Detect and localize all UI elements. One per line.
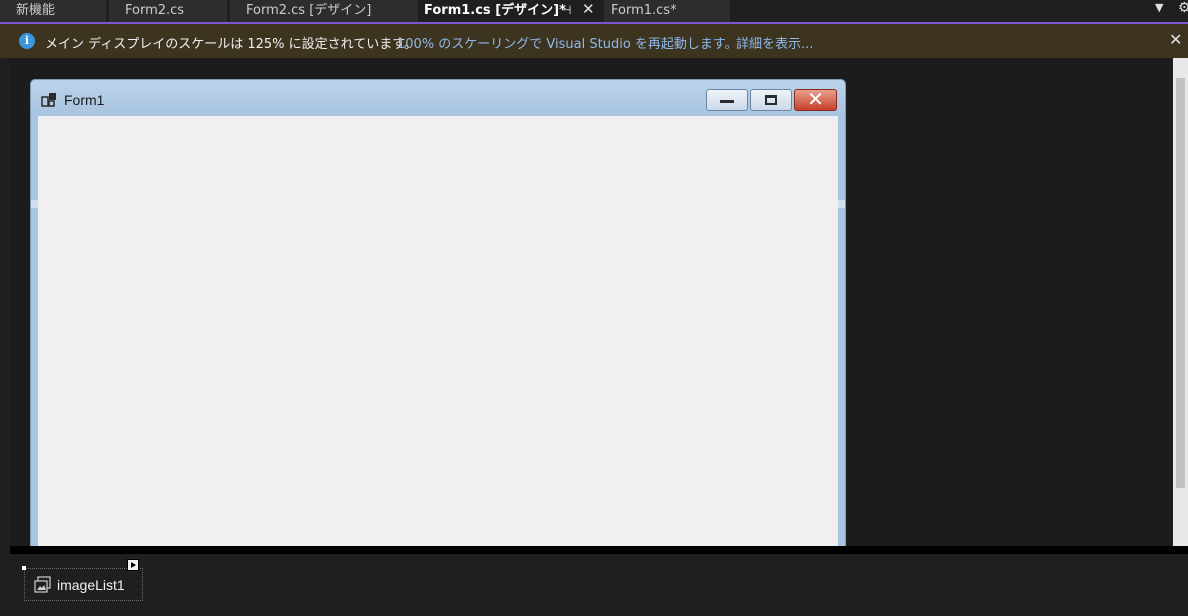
imagelist-component[interactable]: imageList1: [24, 568, 143, 601]
tab-form1-design[interactable]: Form1.cs [デザイン]* ⊣ ✕: [421, 0, 604, 22]
tab-label: Form2.cs [デザイン]: [246, 3, 372, 18]
maximize-button[interactable]: [750, 89, 792, 111]
close-icon: ✕: [807, 87, 824, 111]
info-message: メイン ディスプレイのスケールは 125% に設定されています。: [45, 37, 417, 52]
restart-scaling-link[interactable]: 100% のスケーリングで Visual Studio を再起動します。: [397, 33, 738, 52]
gear-icon[interactable]: ⚙: [1178, 0, 1188, 16]
info-bar: i メイン ディスプレイのスケールは 125% に設定されています。 100% …: [0, 24, 1188, 58]
maximize-icon: [765, 95, 777, 105]
minimize-button[interactable]: [706, 89, 748, 111]
resize-grip-left[interactable]: [31, 200, 38, 208]
smart-tag-arrow-icon: [131, 562, 136, 568]
visual-studio-window: 新機能 Form2.cs Form2.cs [デザイン] Form1.cs [デ…: [0, 0, 1188, 616]
tab-label: Form2.cs: [125, 3, 185, 18]
resize-grip-right[interactable]: [838, 200, 845, 208]
tab-label: Form1.cs [デザイン]*: [424, 3, 566, 18]
form-client-area[interactable]: [38, 116, 838, 550]
close-button[interactable]: ✕: [794, 87, 837, 111]
info-icon: i: [19, 33, 35, 49]
tab-form2-code[interactable]: Form2.cs: [109, 0, 227, 22]
component-label: imageList1: [57, 577, 125, 593]
scrollbar-thumb[interactable]: [1176, 78, 1185, 488]
document-tab-strip: 新機能 Form2.cs Form2.cs [デザイン] Form1.cs [デ…: [0, 0, 1188, 22]
close-icon[interactable]: ✕: [582, 0, 595, 20]
pin-icon[interactable]: ⊣: [561, 0, 571, 21]
designer-form[interactable]: Form1 ✕: [30, 79, 846, 550]
tab-form2-design[interactable]: Form2.cs [デザイン]: [230, 0, 418, 22]
component-tray[interactable]: [10, 554, 1188, 616]
form-title-bar[interactable]: Form1 ✕: [31, 80, 845, 116]
tab-form1-code[interactable]: Form1.cs*: [604, 0, 730, 22]
tab-whats-new[interactable]: 新機能: [0, 0, 106, 22]
minimize-icon: [720, 100, 734, 103]
vertical-scrollbar[interactable]: [1173, 58, 1188, 546]
form-title: Form1: [64, 92, 105, 108]
close-icon[interactable]: ✕: [1169, 30, 1182, 49]
smart-tag-button[interactable]: [127, 559, 139, 571]
image-list-icon: [34, 576, 51, 593]
chevron-down-icon[interactable]: ▼: [1155, 1, 1163, 14]
form-window-icon: [41, 93, 56, 107]
selection-handle[interactable]: [22, 566, 26, 570]
tab-label: 新機能: [16, 3, 56, 18]
show-details-link[interactable]: 詳細を表示...: [736, 33, 813, 52]
component-tray-splitter[interactable]: [10, 546, 1188, 554]
tab-label: Form1.cs*: [611, 3, 677, 18]
